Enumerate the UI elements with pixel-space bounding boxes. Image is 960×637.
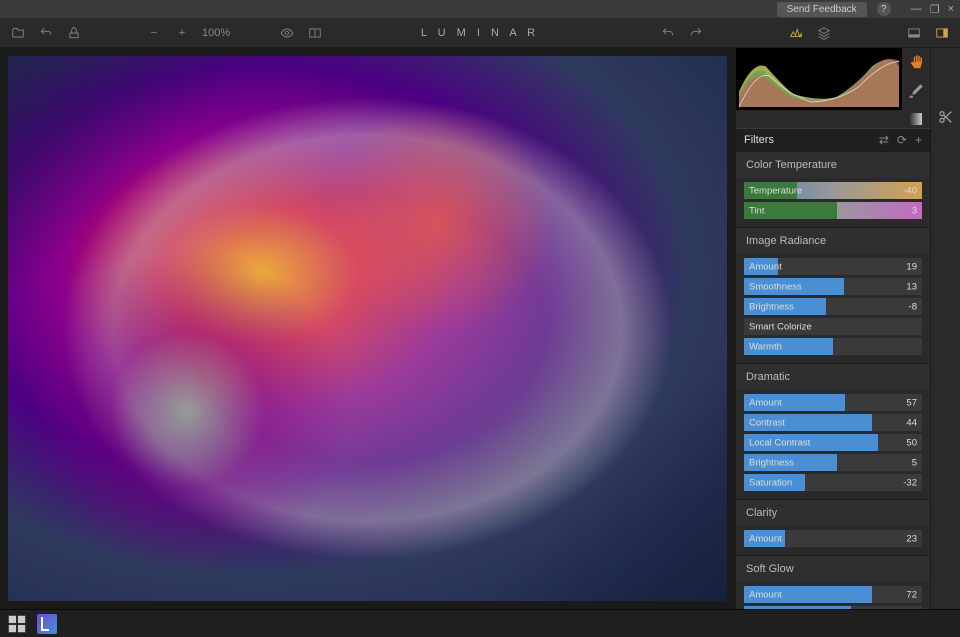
side-panel: Filters ⇄ ⟳ + Color Temperature Temperat… [735,48,930,609]
histogram[interactable] [736,48,902,110]
zoom-in-icon[interactable]: + [174,25,190,41]
windows-start-icon[interactable] [6,613,28,635]
zoom-out-icon[interactable]: − [146,25,162,41]
titlebar: Send Feedback ? — ❐ × [0,0,960,18]
amount-slider[interactable]: Amount57 [744,394,922,411]
filter-add-icon[interactable]: + [915,133,922,147]
taskbar [0,609,960,637]
eye-icon[interactable] [279,25,295,41]
brightness-slider[interactable]: Brightness5 [744,454,922,471]
color-temperature-section: Color Temperature Temperature-40 Tint3 [736,152,930,228]
right-toolstrip [930,48,960,609]
send-feedback-button[interactable]: Send Feedback [777,2,867,17]
amount-slider[interactable]: Amount19 [744,258,922,275]
soft-glow-section: Soft Glow Amount72Smoothness20Brightness… [736,556,930,609]
histogram-panel-icon[interactable] [788,25,804,41]
filters-header: Filters ⇄ ⟳ + [736,128,930,152]
brightness-slider[interactable]: Brightness-8 [744,298,922,315]
amount-slider[interactable]: Amount72 [744,586,922,603]
restore-button[interactable]: ❐ [930,3,940,16]
filter-settings-icon[interactable]: ⇄ [879,133,889,147]
smoothness-slider[interactable]: Smoothness13 [744,278,922,295]
hand-tool-icon[interactable] [907,54,925,72]
toolbar: − + 100% L U M I N A R [0,18,960,48]
temperature-slider[interactable]: Temperature-40 [744,182,922,199]
section-header[interactable]: Soft Glow [736,556,930,582]
dramatic-section: Dramatic Amount57 Contrast44 Local Contras… [736,364,930,500]
smoothness-slider[interactable]: Smoothness20 [744,606,922,609]
panel-layout-icon[interactable] [934,25,950,41]
redo-icon[interactable] [688,25,704,41]
tint-slider[interactable]: Tint3 [744,202,922,219]
saturation-slider[interactable]: Saturation-32 [744,474,922,491]
amount-slider[interactable]: Amount23 [744,530,922,547]
compare-icon[interactable] [307,25,323,41]
window-controls: — ❐ × [911,3,954,16]
zoom-level: 100% [202,27,230,39]
warmth-slider[interactable]: Warmth [744,338,922,355]
revert-icon[interactable] [38,25,54,41]
minimize-button[interactable]: — [911,3,922,16]
photo-preview [8,56,727,601]
gradient-tool-icon[interactable] [907,110,925,128]
layers-icon[interactable] [816,25,832,41]
section-header[interactable]: Clarity [736,500,930,526]
share-icon[interactable] [66,25,82,41]
clarity-section: Clarity Amount23 [736,500,930,556]
filter-reset-icon[interactable]: ⟳ [897,133,907,147]
brush-tool-icon[interactable] [907,82,925,100]
help-icon[interactable]: ? [877,2,891,16]
canvas[interactable] [0,48,735,609]
crop-scissors-icon[interactable] [937,108,955,126]
image-radiance-section: Image Radiance Amount19 Smoothness13 Brigh… [736,228,930,364]
section-header[interactable]: Image Radiance [736,228,930,254]
smart-colorize-slider[interactable]: Smart Colorize [744,318,922,335]
undo-icon[interactable] [660,25,676,41]
section-header[interactable]: Color Temperature [736,152,930,178]
filters-list[interactable]: Color Temperature Temperature-40 Tint3 I… [736,152,930,609]
folder-icon[interactable] [10,25,26,41]
section-header[interactable]: Dramatic [736,364,930,390]
close-button[interactable]: × [948,3,954,16]
view-mode-icon[interactable] [906,25,922,41]
local-contrast-slider[interactable]: Local Contrast50 [744,434,922,451]
filters-title: Filters [744,134,879,146]
contrast-slider[interactable]: Contrast44 [744,414,922,431]
app-title: L U M I N A R [323,27,636,39]
luminar-app-icon[interactable] [36,613,58,635]
